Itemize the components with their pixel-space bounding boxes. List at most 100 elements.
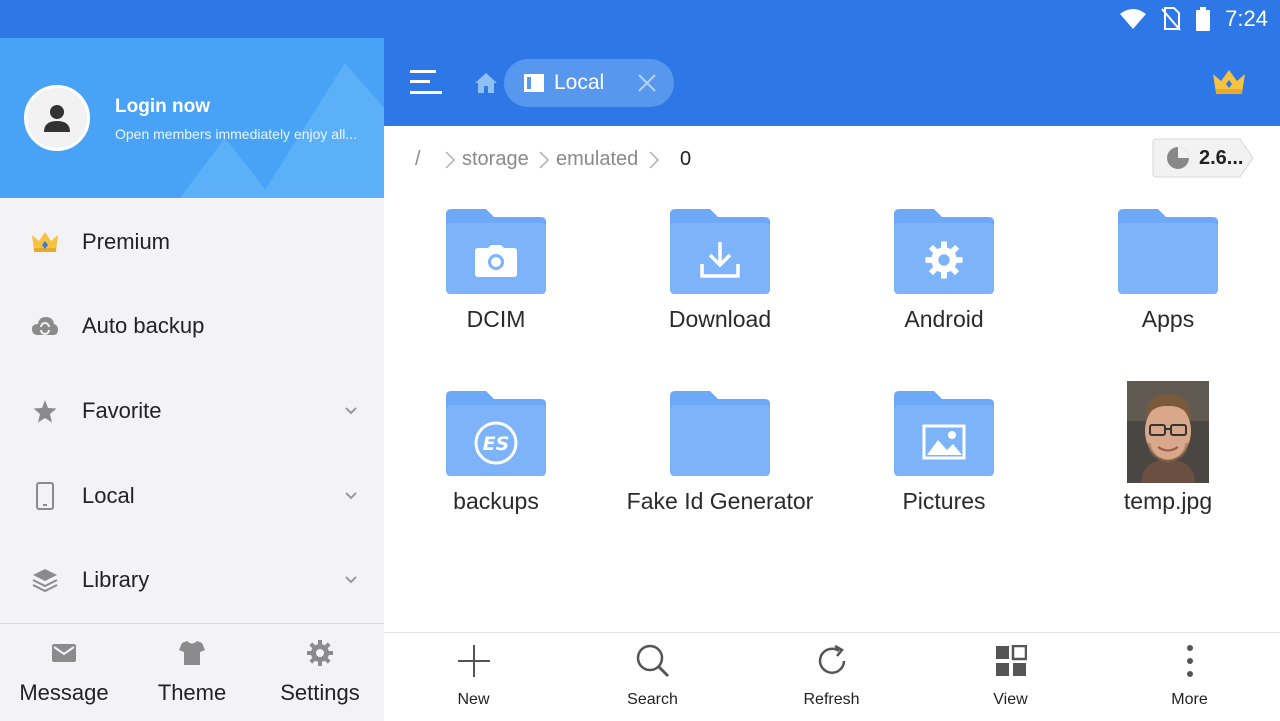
login-subtitle: Open members immediately enjoy all... [115,126,357,142]
file-item-temp-jpg[interactable]: temp.jpg [1056,381,1280,550]
breadcrumb-current[interactable]: 0 [680,148,691,171]
user-icon [44,105,70,132]
gear-icon [925,241,963,279]
file-name: Fake Id Generator [626,488,814,514]
chevron-right-icon [445,151,456,169]
drawer-header[interactable]: Login now Open members immediately enjoy… [0,38,384,198]
drawer-item-label: Auto backup [82,313,205,338]
avatar[interactable] [24,85,90,151]
no-sim-icon [1161,7,1181,31]
file-name: Apps [1141,306,1195,332]
pie-chart-icon [1167,147,1189,169]
tab-label: Local [554,71,605,94]
drawer-footer: Message Theme Settings [0,623,384,721]
chevron-right-icon [539,151,550,169]
settings-label: Settings [280,680,360,705]
file-name: Android [904,306,984,332]
refresh-button[interactable]: Refresh [742,633,921,721]
file-name: backups [453,488,539,514]
navigation-drawer: Login now Open members immediately enjoy… [0,38,384,721]
status-time: 7:24 [1225,6,1268,31]
drawer-item-label: Premium [82,229,171,254]
photo-thumbnail [1127,381,1209,483]
grid-view-icon [993,643,1029,679]
tshirt-icon [177,638,207,668]
search-button[interactable]: Search [563,633,742,721]
main-toolbar: Local [384,38,1280,126]
storage-usage-button[interactable]: 2.6... [1152,138,1254,178]
status-icons: 7:24 [1119,6,1268,32]
chevron-down-icon[interactable] [342,571,360,589]
new-button[interactable]: New [384,633,563,721]
folder-icon [670,391,770,476]
file-item-dcim[interactable]: DCIM [384,208,608,368]
gear-icon [305,638,335,668]
search-icon [635,643,671,679]
theme-label: Theme [157,680,227,705]
drawer-item-local[interactable]: Local [0,454,384,538]
file-item-fake-id-generator[interactable]: Fake Id Generator [608,390,832,550]
file-name: Pictures [902,488,986,514]
close-icon[interactable] [636,72,658,94]
storage-label: 2.6... [1199,147,1244,169]
file-item-backups[interactable]: ES backups [384,390,608,550]
status-bar: 7:24 [0,0,1280,38]
refresh-label: Refresh [803,691,860,708]
sd-card-icon [524,74,544,92]
crown-icon [30,227,60,257]
drawer-item-label: Library [82,567,150,592]
download-icon [700,242,740,278]
theme-button[interactable]: Theme [128,624,256,721]
file-item-apps[interactable]: Apps [1056,208,1280,368]
file-item-pictures[interactable]: Pictures [832,390,1056,550]
file-item-android[interactable]: Android [832,208,1056,368]
image-icon [922,424,966,460]
message-label: Message [19,680,109,705]
drawer-item-auto-backup[interactable]: Auto backup [0,284,384,368]
tab-local[interactable]: Local [504,59,674,107]
breadcrumb-root[interactable]: / [415,148,421,171]
message-button[interactable]: Message [0,624,128,721]
breadcrumb-storage[interactable]: storage [462,148,529,171]
chevron-right-icon [649,151,660,169]
premium-crown-icon[interactable] [1211,67,1247,97]
chevron-down-icon[interactable] [342,402,360,420]
refresh-icon [814,643,850,679]
wifi-icon [1120,9,1147,29]
more-label: More [1171,691,1208,708]
home-icon[interactable] [474,72,498,94]
login-title[interactable]: Login now [115,96,210,118]
search-label: Search [627,691,678,708]
view-label: View [993,691,1028,708]
cloud-sync-icon [30,311,60,341]
plus-icon [456,643,492,679]
bottom-action-bar: New Search Refresh View More [384,632,1280,721]
drawer-item-library[interactable]: Library [0,538,384,622]
settings-button[interactable]: Settings [256,624,384,721]
phone-icon [30,481,60,511]
folder-icon [1118,209,1218,294]
drawer-item-label: Local [82,483,135,508]
es-logo-icon: ES [474,421,518,465]
new-label: New [457,691,490,708]
camera-icon [475,245,517,277]
more-button[interactable]: More [1100,633,1279,721]
mail-icon [49,638,79,668]
breadcrumb: / storage emulated 0 2.6... [384,126,1280,192]
star-icon [30,396,60,426]
drawer-item-label: Favorite [82,398,162,423]
file-name: Download [668,306,772,332]
battery-icon [1196,7,1211,31]
layers-icon [30,565,60,595]
chevron-down-icon[interactable] [342,487,360,505]
drawer-item-favorite[interactable]: Favorite [0,369,384,453]
view-button[interactable]: View [921,633,1100,721]
more-vertical-icon [1172,643,1208,679]
drawer-item-premium[interactable]: Premium [0,200,384,284]
file-item-download[interactable]: Download [608,208,832,368]
svg-text:ES: ES [483,433,510,455]
breadcrumb-emulated[interactable]: emulated [556,148,638,171]
file-name: temp.jpg [1123,488,1213,514]
menu-icon[interactable] [410,68,444,96]
file-name: DCIM [466,306,526,332]
